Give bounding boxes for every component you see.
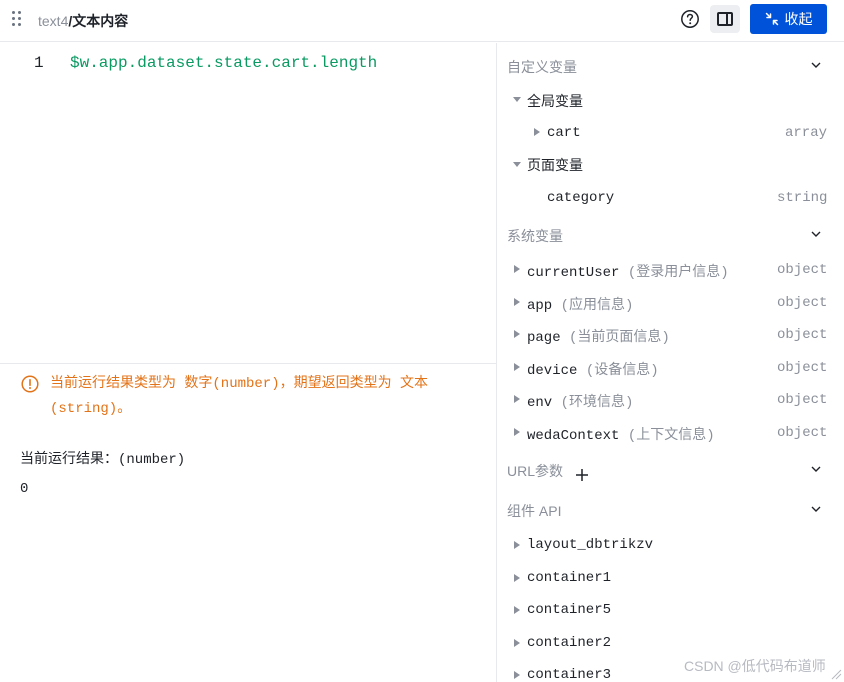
chevron-down-icon[interactable] [809,502,823,516]
caret-right-icon[interactable] [513,671,521,679]
component-item[interactable]: container2 [527,635,611,651]
var-app[interactable]: app (应用信息) [527,294,633,314]
caret-right-icon[interactable] [513,639,521,647]
var-category[interactable]: category [547,190,614,206]
component-item[interactable]: container1 [527,570,611,586]
caret-right-icon[interactable] [533,128,541,136]
code-line[interactable]: $w.app.dataset.state.cart.length [70,54,377,72]
panel-toggle-icon [717,12,733,26]
var-device[interactable]: device (设备信息) [527,359,659,379]
caret-right-icon[interactable] [513,428,521,436]
var-type: object [777,425,828,441]
collapse-label: 收起 [784,11,813,27]
var-page[interactable]: page (当前页面信息) [527,326,670,346]
tree-node-global-vars[interactable]: 全局变量 [527,91,583,111]
caret-down-icon[interactable] [513,96,521,104]
caret-right-icon[interactable] [513,298,521,306]
var-type: object [777,327,828,343]
result-panel: 当前运行结果类型为 数字(number)，期望返回类型为 文本(string)。… [0,363,496,682]
panel-toggle-button[interactable] [710,5,740,33]
var-currentUser[interactable]: currentUser (登录用户信息) [527,261,729,281]
chevron-down-icon[interactable] [809,58,823,72]
code-editor[interactable]: 1 $w.app.dataset.state.cart.length [0,43,496,363]
help-icon[interactable] [680,9,700,29]
var-type: string [777,190,828,206]
caret-right-icon[interactable] [513,330,521,338]
variable-sidebar: 自定义变量 全局变量 cart array 页面变量 category stri… [496,43,844,682]
var-type: object [777,295,828,311]
component-name: text4 [38,13,69,29]
var-cart[interactable]: cart [547,125,581,141]
result-value: 0 [20,481,29,497]
var-type: object [777,360,828,376]
section-url-params[interactable]: URL参数 [507,461,563,481]
page-title: 文本内容 [72,13,129,29]
caret-right-icon[interactable] [513,395,521,403]
caret-right-icon[interactable] [513,574,521,582]
breadcrumb: text4/文本内容 [38,11,128,31]
caret-right-icon[interactable] [513,541,521,549]
add-icon[interactable] [575,468,589,482]
caret-down-icon[interactable] [513,161,521,169]
caret-right-icon[interactable] [513,606,521,614]
var-wedaContext[interactable]: wedaContext (上下文信息) [527,424,715,444]
var-type: object [777,392,828,408]
var-type: array [784,125,827,141]
component-item[interactable]: container5 [527,602,611,618]
collapse-button[interactable]: 收起 [750,4,827,34]
var-type: object [777,262,828,278]
resize-handle-icon[interactable] [830,668,842,680]
caret-right-icon[interactable] [513,265,521,273]
section-custom-vars[interactable]: 自定义变量 [507,57,577,77]
line-number: 1 [34,54,44,72]
section-system-vars[interactable]: 系统变量 [507,226,563,246]
chevron-down-icon[interactable] [809,462,823,476]
component-item[interactable]: layout_dbtrikzv [527,537,653,553]
component-item[interactable]: container3 [527,667,611,682]
caret-right-icon[interactable] [513,363,521,371]
chevron-down-icon[interactable] [809,227,823,241]
drag-handle-icon[interactable] [12,11,24,29]
var-env[interactable]: env (环境信息) [527,391,633,411]
result-label: 当前运行结果：(number) [20,452,186,468]
section-component-api[interactable]: 组件 API [507,501,561,521]
warning-icon [21,375,39,393]
watermark: CSDN @低代码布道师 [684,658,826,674]
type-warning: 当前运行结果类型为 数字(number)，期望返回类型为 文本(string)。 [50,376,429,417]
top-bar: text4/文本内容 收起 [0,0,844,42]
tree-node-page-vars[interactable]: 页面变量 [527,155,583,175]
collapse-icon [765,12,778,26]
